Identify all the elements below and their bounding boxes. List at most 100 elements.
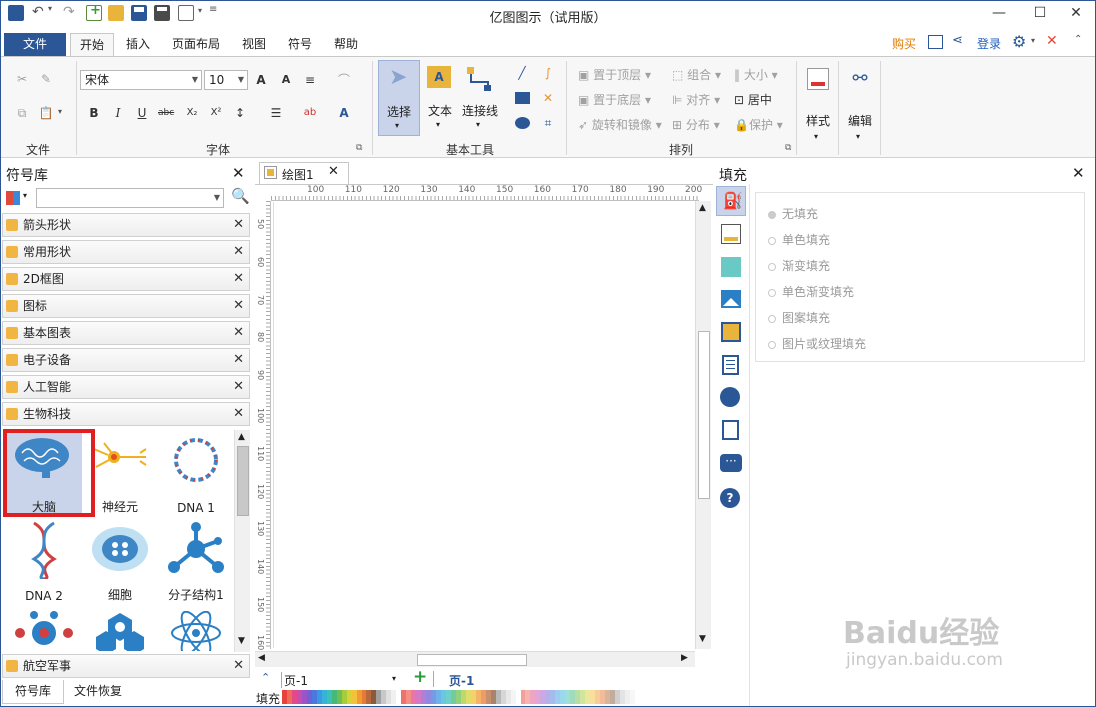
underline-icon[interactable]: U [134, 105, 150, 121]
comment-icon[interactable]: ··· [720, 454, 742, 472]
library-row-icons[interactable]: 图标 ✕ [2, 294, 250, 318]
settings-gear-icon[interactable]: ⚙ [1012, 32, 1026, 51]
cut-icon[interactable]: ✂ [14, 71, 30, 87]
close-icon[interactable]: ✕ [232, 164, 245, 182]
fill-option-pattern[interactable]: 图案填充 [768, 309, 830, 326]
close-icon[interactable]: ✕ [233, 655, 244, 677]
bring-to-front-button[interactable]: ▣ 置于顶层 ▾ [578, 66, 651, 83]
scroll-down-icon[interactable]: ▼ [699, 634, 706, 644]
fill-option-none[interactable]: 无填充 [768, 205, 818, 222]
scroll-right-icon[interactable]: ▶ [681, 653, 688, 663]
library-row-electronics[interactable]: 电子设备 ✕ [2, 348, 250, 372]
rotate-mirror-button[interactable]: ➶ 旋转和镜像 ▾ [578, 116, 662, 133]
attachment-icon[interactable] [722, 420, 739, 440]
tab-file-recovery[interactable]: 文件恢复 [66, 680, 130, 704]
line-icon[interactable]: ╱ [514, 65, 530, 81]
line-spacing-icon[interactable]: ↕ [232, 105, 248, 121]
fill-option-picture[interactable]: 图片或纹理填充 [768, 335, 866, 352]
document-properties-icon[interactable] [722, 355, 739, 375]
library-row-common[interactable]: 常用形状 ✕ [2, 240, 250, 264]
bullets-icon[interactable]: ☰ [268, 105, 284, 121]
scroll-up-icon[interactable]: ▲ [699, 203, 706, 213]
drawing-page[interactable] [273, 202, 693, 648]
search-input[interactable]: ▼ [36, 188, 224, 208]
layer-tab-icon[interactable] [721, 322, 741, 342]
close-icon[interactable]: ✕ [233, 268, 244, 290]
symbol-cell[interactable]: 细胞 [82, 519, 158, 603]
scroll-down-icon[interactable]: ▼ [238, 636, 245, 646]
library-row-2d-block[interactable]: 2D框图 ✕ [2, 267, 250, 291]
copy-icon[interactable]: ⧉ [14, 105, 30, 121]
scrollbar-thumb[interactable] [237, 446, 249, 516]
page-tab[interactable]: 页-1 [449, 672, 474, 689]
select-tool-button[interactable]: ➤ 选择 ▾ [378, 60, 420, 136]
rectangle-icon[interactable] [515, 92, 530, 104]
tab-page-layout[interactable]: 页面布局 [164, 33, 228, 56]
subscript-icon[interactable]: X₂ [184, 105, 200, 121]
text-shape-icon[interactable]: ⌒ [336, 72, 352, 88]
tab-symbol-library[interactable]: 符号库 [2, 680, 64, 704]
color-palette[interactable] [282, 690, 640, 704]
group-button[interactable]: ⬚ 组合 ▾ [672, 66, 721, 83]
tab-view[interactable]: 视图 [234, 33, 274, 56]
text-tool-button[interactable]: A 文本 ▾ [422, 60, 458, 136]
crop-icon[interactable]: ⌗ [540, 115, 556, 131]
share-file-icon[interactable] [928, 35, 943, 49]
scrollbar-thumb[interactable] [698, 331, 710, 499]
connector-tool-button[interactable]: 连接线 ▾ [460, 60, 500, 136]
symbol-grid-scrollbar[interactable]: ▲ ▼ [234, 430, 250, 652]
superscript-icon[interactable]: X² [208, 105, 224, 121]
close-icon[interactable]: ✕ [233, 322, 244, 344]
symbol-molecule-1[interactable]: 分子结构1 [158, 519, 234, 603]
text-align-icon[interactable]: ≡ [302, 72, 318, 88]
close-icon[interactable]: ✕ [233, 214, 244, 236]
symbol-atom[interactable] [158, 609, 234, 651]
page-select[interactable]: 页-1 ▾ [281, 672, 399, 688]
symbol-dna-1[interactable]: DNA 1 [158, 431, 234, 515]
tab-home[interactable]: 开始 [70, 33, 114, 56]
library-row-biotech[interactable]: 生物科技 ✕ [2, 402, 250, 426]
fill-option-single-gradient[interactable]: 单色渐变填充 [768, 283, 854, 300]
tab-file[interactable]: 文件 [4, 33, 66, 56]
login-link[interactable]: 登录 [977, 35, 1001, 52]
search-icon[interactable]: 🔍 [231, 187, 250, 205]
symbol-hexagons[interactable] [82, 609, 158, 651]
format-painter-icon[interactable]: ✎ [38, 71, 54, 87]
vertical-scrollbar[interactable]: ▲ ▼ [695, 201, 711, 649]
line-tab-icon[interactable] [721, 224, 741, 244]
library-row-ai[interactable]: 人工智能 ✕ [2, 375, 250, 399]
scrollbar-thumb[interactable] [417, 654, 527, 666]
edit-button[interactable]: ⚯ 编辑 ▾ [842, 60, 878, 150]
close-icon[interactable]: ✕ [328, 164, 339, 179]
shadow-tab-icon[interactable] [721, 257, 741, 277]
help-icon[interactable]: ? [720, 488, 740, 508]
arrange-dialog-launcher-icon[interactable]: ⧉ [785, 143, 791, 153]
library-menu-icon[interactable] [6, 191, 20, 205]
color-swatch[interactable] [634, 690, 640, 704]
library-menu-dropdown-icon[interactable]: ▾ [23, 191, 27, 200]
library-row-basic-charts[interactable]: 基本图表 ✕ [2, 321, 250, 345]
cross-point-icon[interactable]: ✕ [540, 90, 556, 106]
center-button[interactable]: ⊡ 居中 [734, 91, 772, 108]
tab-symbol[interactable]: 符号 [280, 33, 320, 56]
close-icon[interactable]: ✕ [233, 295, 244, 317]
curve-icon[interactable]: ∫ [540, 65, 556, 81]
font-color-icon[interactable]: A [336, 105, 352, 121]
horizontal-scrollbar[interactable]: ◀ ▶ [255, 651, 695, 667]
minimize-button[interactable]: — [979, 0, 1019, 26]
italic-icon[interactable]: I [110, 105, 126, 121]
symbol-network[interactable] [6, 609, 82, 651]
document-tab[interactable]: 绘图1 ✕ [259, 162, 349, 184]
style-button[interactable]: 样式 ▾ [800, 60, 836, 150]
send-to-back-button[interactable]: ▣ 置于底层 ▾ [578, 91, 651, 108]
paste-icon[interactable]: 📋 [38, 105, 54, 121]
close-icon[interactable]: ✕ [233, 403, 244, 425]
collapse-ribbon-icon[interactable]: ⌃ [1074, 34, 1082, 45]
align-button[interactable]: ⊫ 对齐 ▾ [672, 91, 720, 108]
highlight-icon[interactable]: ab [302, 105, 318, 121]
close-icon[interactable]: ✕ [233, 241, 244, 263]
close-icon[interactable]: ✕ [233, 376, 244, 398]
symbol-dna-2[interactable]: DNA 2 [6, 519, 82, 603]
fill-tab-button[interactable]: ⛽ [716, 186, 746, 216]
bold-icon[interactable]: B [86, 105, 102, 121]
